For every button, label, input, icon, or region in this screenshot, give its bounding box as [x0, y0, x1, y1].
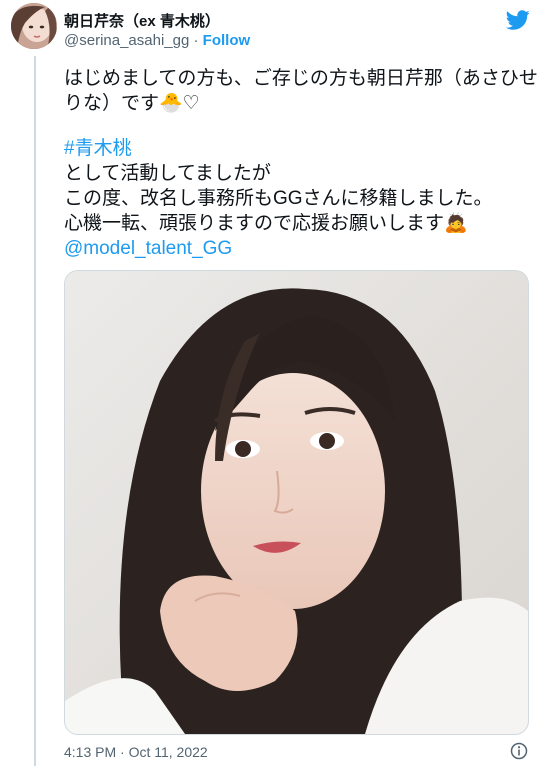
tweet-line: 心機一転、頑張りますので応援お願いします🙇	[64, 213, 468, 234]
tweet-line: りな）です🐣♡	[64, 93, 200, 114]
follow-button[interactable]: Follow	[203, 32, 251, 49]
mention-link[interactable]: @model_talent_GG	[64, 236, 530, 261]
separator-dot: ·	[189, 32, 203, 49]
thread-line	[34, 56, 36, 766]
author-handle-row: @serina_asahi_gg · Follow	[64, 32, 250, 49]
tweet-timestamp[interactable]: 4:13 PM · Oct 11, 2022	[64, 744, 208, 760]
tweet-line: はじめましての方も、ご存じの方も朝日芹那（あさひせ	[64, 68, 538, 89]
twitter-bird-icon[interactable]	[506, 8, 530, 32]
info-icon[interactable]	[510, 742, 528, 760]
tweet-photo[interactable]	[64, 270, 529, 735]
tweet-line: として活動してましたが	[64, 163, 271, 184]
tweet-text: はじめましての方も、ご存じの方も朝日芹那（あさひせ りな）です🐣♡ #青木桃 と…	[64, 66, 538, 261]
avatar[interactable]	[11, 3, 57, 49]
author-display-name[interactable]: 朝日芹奈（ex 青木桃）	[64, 10, 220, 31]
hashtag-link[interactable]: #青木桃	[64, 136, 530, 161]
tweet-line: この度、改名し事務所もGGさんに移籍しました。	[64, 188, 493, 209]
author-handle[interactable]: @serina_asahi_gg	[64, 32, 189, 49]
